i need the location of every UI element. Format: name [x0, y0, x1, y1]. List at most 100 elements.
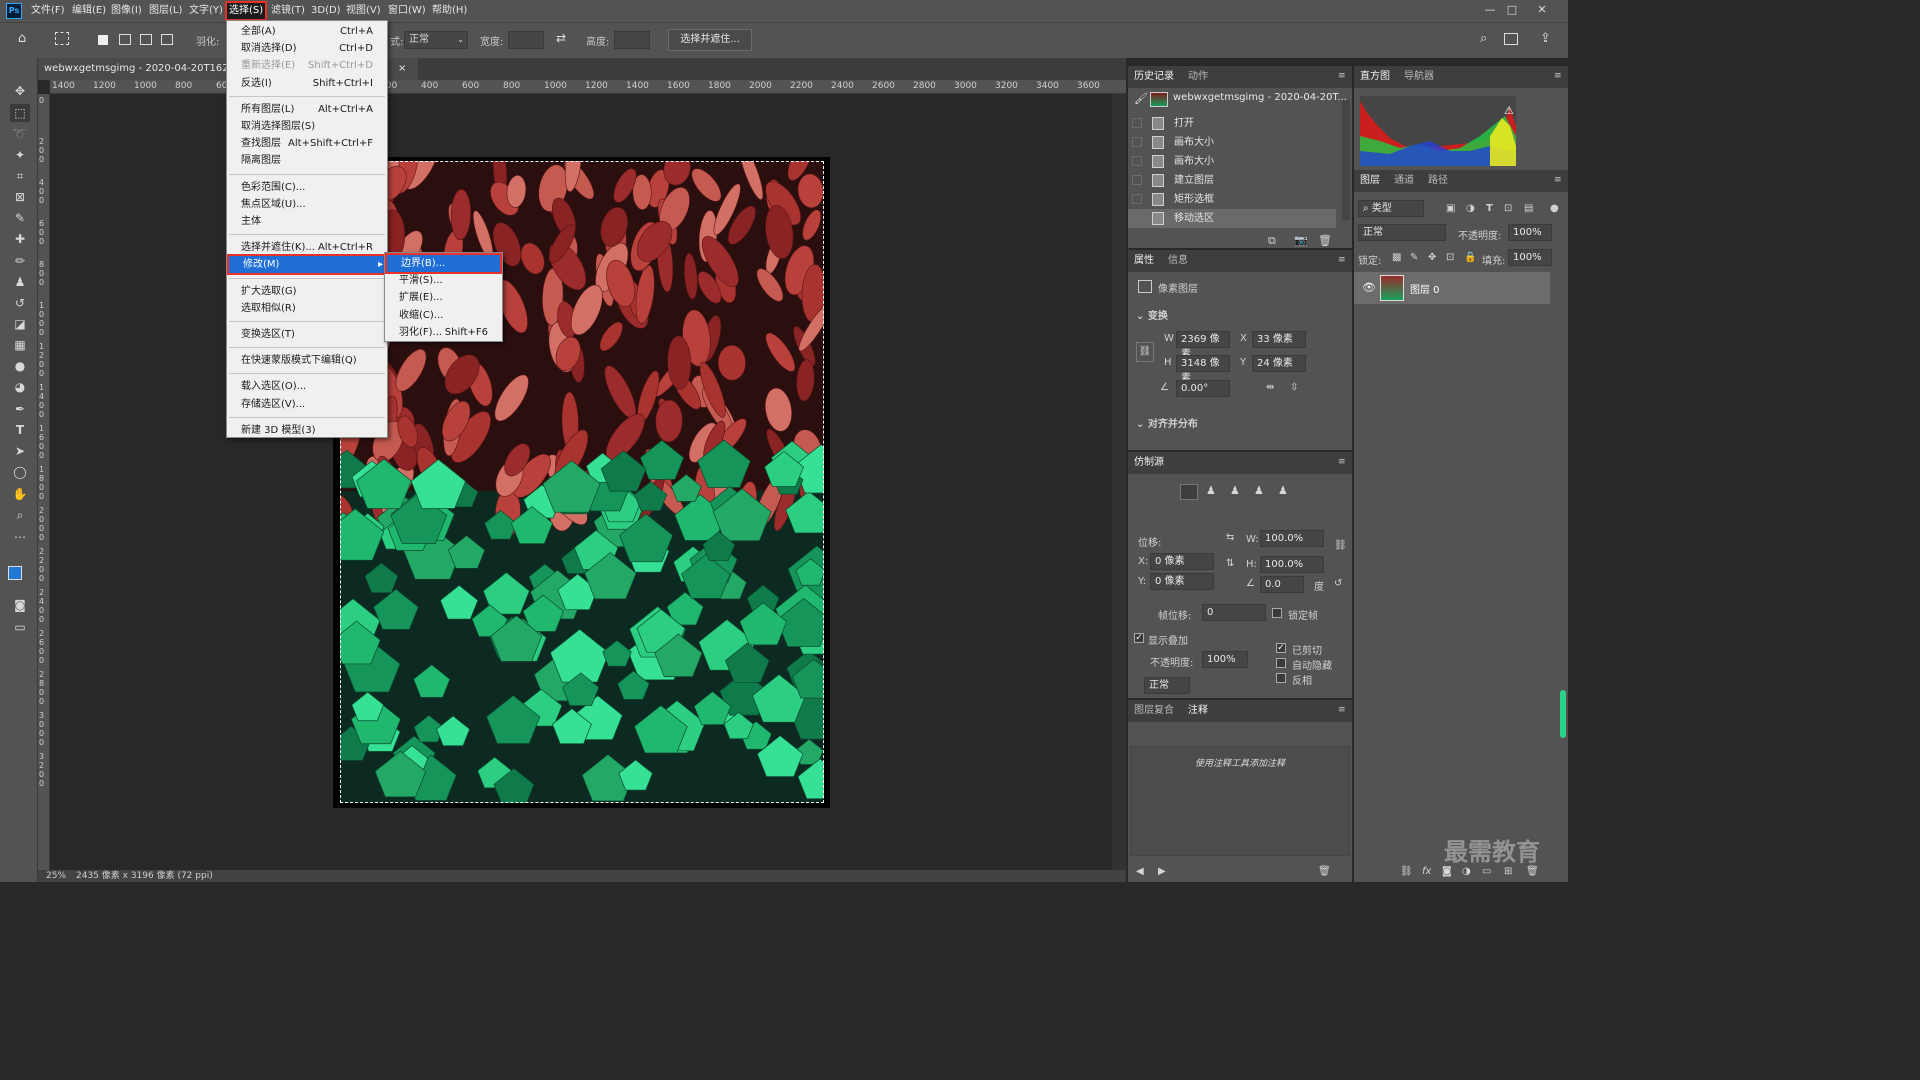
brush-tool-icon[interactable]: ✏	[10, 252, 30, 270]
link-icon[interactable]: ⛓	[1136, 342, 1154, 362]
lock-image-icon[interactable]: ✎	[1410, 252, 1418, 263]
rect-marquee-tool-icon[interactable]: ⬚	[10, 104, 30, 122]
select-menu-item[interactable]: 隔离图层	[227, 152, 387, 169]
tab-history[interactable]: 历史记录	[1128, 66, 1180, 88]
overlay-opacity-field[interactable]: 100%	[1202, 651, 1248, 668]
style-select[interactable]: 正常 ⌄	[404, 31, 468, 49]
select-menu-item[interactable]: 查找图层 Alt+Shift+Ctrl+F	[227, 135, 387, 152]
offset-x-field[interactable]: 0 像素	[1150, 553, 1214, 570]
type-tool-icon[interactable]: T	[10, 421, 30, 439]
rotation-field[interactable]: 0.0	[1260, 576, 1304, 593]
flip-horizontal-icon[interactable]: ⇹	[1266, 382, 1274, 393]
select-menu-item[interactable]: 主体	[227, 213, 387, 230]
select-menu-item[interactable]: 存储选区(V)...	[227, 396, 387, 413]
tab-notes[interactable]: 注释	[1182, 700, 1214, 722]
tab-histogram[interactable]: 直方图	[1354, 66, 1396, 88]
select-menu-item[interactable]: 所有图层(L) Alt+Ctrl+A	[227, 101, 387, 118]
canvas-scrollbar[interactable]	[1112, 94, 1126, 870]
reset-icon[interactable]: ↺	[1334, 578, 1342, 589]
overlay-blend-select[interactable]: 正常	[1144, 677, 1190, 694]
align-section-title[interactable]: ⌄ 对齐并分布	[1136, 415, 1198, 430]
history-brush-checkbox[interactable]	[1132, 137, 1142, 147]
blur-tool-icon[interactable]: ●	[10, 357, 30, 375]
gradient-tool-icon[interactable]: ▦	[10, 336, 30, 354]
modify-menu-item[interactable]: 收缩(C)...	[385, 307, 502, 324]
trash-icon[interactable]: 🗑	[1318, 866, 1331, 877]
select-menu-item[interactable]: 反选(I) Shift+Ctrl+I	[227, 75, 387, 92]
width-field[interactable]: 2369 像素	[1176, 331, 1230, 360]
history-brush-checkbox[interactable]	[1132, 156, 1142, 166]
select-and-mask-button[interactable]: 选择并遮住...	[668, 29, 752, 51]
history-brush-checkbox[interactable]	[1132, 213, 1142, 223]
menu-filter[interactable]: 滤镜(T)	[271, 3, 305, 19]
height-input[interactable]	[614, 31, 650, 49]
move-tool-icon[interactable]: ✥	[10, 82, 30, 100]
menu-view[interactable]: 视图(V)	[346, 3, 381, 19]
filter-smart-object-icon[interactable]: ▤	[1524, 203, 1533, 214]
tab-layers[interactable]: 图层	[1354, 170, 1386, 192]
tab-navigator[interactable]: 导航器	[1398, 66, 1440, 88]
screen-mode-icon[interactable]: ▭	[10, 618, 30, 636]
workspace-icon[interactable]	[1504, 33, 1518, 45]
maximize-icon[interactable]: □	[1502, 2, 1522, 18]
lock-all-icon[interactable]: 🔒	[1464, 252, 1476, 263]
layer-row[interactable]: 👁 图层 0	[1354, 272, 1550, 304]
trash-icon[interactable]: 🗑	[1318, 234, 1332, 247]
path-selection-tool-icon[interactable]: ➤	[10, 442, 30, 460]
close-window-icon[interactable]: ✕	[1532, 2, 1552, 18]
clone-source-4-icon[interactable]: ♟	[1254, 484, 1272, 500]
select-menu-item[interactable]: 载入选区(O)...	[227, 378, 387, 395]
x-field[interactable]: 33 像素	[1252, 331, 1306, 348]
home-icon[interactable]: ⌂	[18, 31, 26, 46]
more-tools-icon[interactable]: ⋯	[10, 528, 30, 546]
y-field[interactable]: 24 像素	[1252, 355, 1306, 372]
layer-filter-select[interactable]: ⌕ 类型	[1358, 200, 1424, 217]
select-menu-item[interactable]: 修改(M) ▸	[227, 254, 389, 276]
close-tab-icon[interactable]: ×	[398, 58, 406, 80]
menu-edit[interactable]: 编辑(E)	[72, 3, 106, 19]
menu-help[interactable]: 帮助(H)	[432, 3, 467, 19]
camera-icon[interactable]: 📷	[1294, 234, 1308, 247]
history-snapshot[interactable]: webwxgetmsgimg - 2020-04-20T...	[1173, 92, 1347, 103]
zoom-tool-icon[interactable]: ⌕	[10, 506, 30, 524]
modify-menu-item[interactable]: 边界(B)...	[385, 253, 502, 274]
history-entry[interactable]: 建立图层	[1128, 171, 1336, 190]
select-menu-item[interactable]: 取消选择图层(S)	[227, 118, 387, 135]
history-entry[interactable]: 画布大小	[1128, 152, 1336, 171]
eyedropper-tool-icon[interactable]: ✎	[10, 209, 30, 227]
add-selection-icon[interactable]	[119, 34, 131, 45]
history-scrollbar[interactable]	[1342, 100, 1350, 220]
menu-3d[interactable]: 3D(D)	[311, 3, 341, 19]
history-brush-checkbox[interactable]	[1132, 175, 1142, 185]
tab-properties[interactable]: 属性	[1128, 250, 1160, 272]
scale-w-field[interactable]: 100.0%	[1260, 530, 1324, 547]
healing-brush-tool-icon[interactable]: ✚	[10, 230, 30, 248]
foreground-color-swatch[interactable]	[8, 566, 22, 580]
history-entry[interactable]: 打开	[1128, 114, 1336, 133]
history-brush-checkbox[interactable]	[1132, 194, 1142, 204]
history-entry[interactable]: 画布大小	[1128, 133, 1336, 152]
tab-info[interactable]: 信息	[1162, 250, 1194, 272]
share-icon[interactable]: ⇪	[1540, 31, 1551, 46]
hand-tool-icon[interactable]: ✋	[10, 485, 30, 503]
transform-section-title[interactable]: ⌄ 变换	[1136, 307, 1168, 322]
tab-clone-source[interactable]: 仿制源	[1128, 452, 1170, 474]
history-entry[interactable]: 矩形选框	[1128, 190, 1336, 209]
layers-scrollbar[interactable]	[1560, 690, 1566, 738]
panel-menu-icon[interactable]: ≡	[1338, 71, 1348, 81]
previous-note-icon[interactable]: ◀	[1136, 866, 1144, 877]
adjustment-layer-icon[interactable]: ◑	[1462, 866, 1471, 877]
menu-select[interactable]: 选择(S)	[224, 1, 268, 21]
panel-menu-icon[interactable]: ≡	[1554, 71, 1564, 81]
filter-toggle-icon[interactable]: ●	[1550, 203, 1559, 214]
search-icon[interactable]: ⌕	[1480, 31, 1487, 46]
select-menu-item[interactable]: 全部(A) Ctrl+A	[227, 23, 387, 40]
angle-field[interactable]: 0.00°	[1176, 380, 1230, 397]
select-menu-item[interactable]: 在快速蒙版模式下编辑(Q)	[227, 352, 387, 369]
select-menu-item[interactable]: 焦点区域(U)...	[227, 196, 387, 213]
select-menu-item[interactable]: 色彩范围(C)...	[227, 179, 387, 196]
minimize-icon[interactable]: —	[1480, 2, 1500, 18]
menu-file[interactable]: 文件(F)	[31, 3, 65, 19]
filter-shape-icon[interactable]: ⊡	[1504, 203, 1512, 214]
layer-opacity-field[interactable]: 100%	[1508, 224, 1552, 241]
